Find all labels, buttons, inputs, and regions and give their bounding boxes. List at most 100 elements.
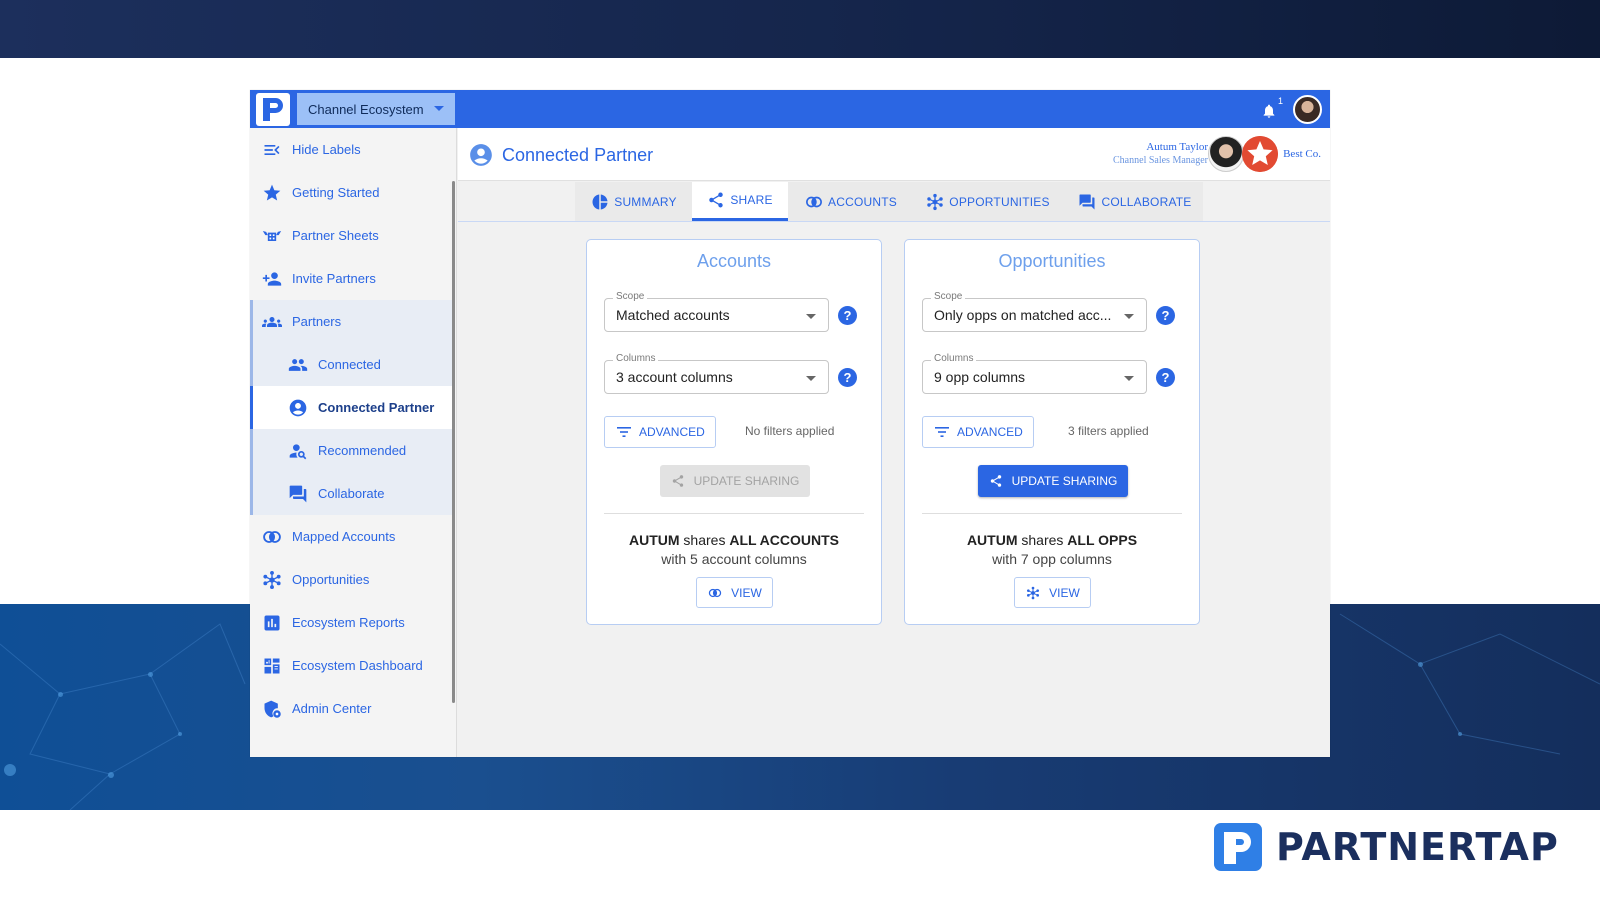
brand-name: PARTNERTAP	[1276, 825, 1559, 869]
sidebar-item-connected[interactable]: Connected	[250, 343, 452, 386]
accounts-filter-status: No filters applied	[745, 424, 835, 438]
accounts-scope-select[interactable]: Scope Matched accounts	[604, 291, 829, 332]
star-icon	[263, 184, 281, 201]
card-title: Accounts	[696, 251, 772, 271]
sidebar-item-label: Ecosystem Reports	[292, 615, 405, 630]
share-icon	[672, 475, 683, 487]
workspace-select[interactable]: Channel Ecosystem	[297, 93, 455, 125]
caret-down-icon	[1124, 376, 1134, 381]
field-label: Scope	[931, 291, 966, 302]
sidebar-item-recommended[interactable]: Recommended	[250, 429, 452, 472]
tab-accounts[interactable]: ACCOUNTS	[797, 182, 905, 221]
accounts-update-sharing-button[interactable]: UPDATE SHARING	[660, 465, 810, 497]
sidebar-scrollbar[interactable]	[452, 181, 455, 703]
opportunities-icon	[263, 571, 281, 589]
partner-company-name[interactable]: Best Co.	[1283, 148, 1321, 160]
field-label: Columns	[931, 353, 977, 364]
user-avatar[interactable]	[1293, 95, 1322, 124]
opps-share-detail: with 7 opp columns	[992, 551, 1112, 567]
people-icon	[288, 359, 308, 371]
accounts-view-button[interactable]: VIEW	[696, 577, 773, 608]
page-header: Connected Partner Autum Taylor Channel S…	[458, 128, 1330, 181]
opps-filter-status: 3 filters applied	[1068, 424, 1149, 438]
chat-icon	[289, 485, 307, 503]
button-label: VIEW	[731, 585, 762, 600]
sidebar-item-label: Recommended	[318, 443, 407, 458]
caret-down-icon	[1124, 314, 1134, 319]
account-circle-icon	[470, 144, 492, 166]
opps-columns-select[interactable]: Columns 9 opp columns	[922, 353, 1147, 394]
sidebar-item-label: Admin Center	[292, 701, 372, 716]
opportunities-share-card: Opportunities Scope Only opps on matched…	[904, 239, 1200, 625]
sidebar-item-label: Partner Sheets	[292, 228, 379, 243]
account-circle-icon	[289, 399, 307, 417]
notification-badge: 1	[1274, 95, 1287, 108]
tab-share[interactable]: SHARE	[692, 182, 788, 221]
sidebar-item-label: Connected	[318, 357, 381, 372]
mapped-accounts-icon	[708, 588, 722, 597]
accounts-columns-select[interactable]: Columns 3 account columns	[604, 353, 829, 394]
bar-chart-icon	[264, 615, 280, 631]
opps-view-button[interactable]: VIEW	[1014, 577, 1091, 608]
person-add-icon	[262, 272, 282, 286]
company-logo-icon	[1242, 136, 1278, 172]
summary-what: ALL OPPS	[1067, 532, 1138, 548]
caret-down-icon	[806, 376, 816, 381]
tab-collaborate[interactable]: COLLABORATE	[1072, 182, 1198, 221]
summary-verb: shares	[1017, 532, 1068, 548]
opportunities-icon	[1027, 586, 1040, 599]
pie-chart-icon	[592, 194, 608, 209]
sidebar-item-ecosystem-reports[interactable]: Ecosystem Reports	[250, 601, 452, 644]
share-icon	[709, 192, 724, 208]
help-icon[interactable]: ?	[1156, 368, 1175, 387]
tab-label: SHARE	[730, 193, 773, 207]
help-icon[interactable]: ?	[838, 306, 857, 325]
sidebar-item-hide-labels[interactable]: Hide Labels	[250, 128, 452, 171]
tab-bar: SUMMARY SHARE ACCOUNTS OPPORTUNITIES COL…	[575, 182, 1203, 221]
partner-contact-avatar[interactable]	[1208, 136, 1244, 172]
field-value: 9 opp columns	[934, 369, 1026, 385]
sidebar-item-connected-partner[interactable]: Connected Partner	[250, 386, 452, 429]
sidebar-item-partners[interactable]: Partners	[250, 300, 452, 343]
sidebar-item-collaborate[interactable]: Collaborate	[250, 472, 452, 515]
accounts-advanced-button[interactable]: ADVANCED	[604, 416, 716, 448]
sidebar-item-opportunities[interactable]: Opportunities	[250, 558, 452, 601]
tab-opportunities[interactable]: OPPORTUNITIES	[915, 182, 1061, 221]
sidebar-item-admin-center[interactable]: Admin Center	[250, 687, 452, 730]
button-label: UPDATE SHARING	[1011, 474, 1118, 488]
sidebar-item-mapped-accounts[interactable]: Mapped Accounts	[250, 515, 452, 558]
partners-group-icon	[262, 317, 282, 327]
field-value: Only opps on matched acc...	[934, 307, 1112, 323]
partnertap-logo: PARTNERTAP	[1214, 823, 1559, 871]
accounts-share-card: Accounts Scope Matched accounts ? Column…	[586, 239, 882, 625]
opps-share-summary: AUTUM shares ALL OPPS	[905, 532, 1199, 548]
help-icon[interactable]: ?	[1156, 306, 1175, 325]
sidebar-item-partner-sheets[interactable]: Partner Sheets	[250, 214, 452, 257]
sidebar-item-invite-partners[interactable]: Invite Partners	[250, 257, 452, 300]
card-divider	[922, 513, 1182, 514]
summary-verb: shares	[679, 532, 730, 548]
field-label: Scope	[613, 291, 648, 302]
help-icon[interactable]: ?	[838, 368, 857, 387]
sidebar-item-label: Hide Labels	[292, 142, 361, 157]
caret-down-icon	[434, 106, 444, 111]
network-node	[1458, 732, 1462, 736]
app-window: Channel Ecosystem 1 Hide Labels Getting …	[250, 90, 1330, 757]
field-label: Columns	[613, 353, 659, 364]
field-value: Matched accounts	[616, 307, 730, 323]
opps-advanced-button[interactable]: ADVANCED	[922, 416, 1034, 448]
summary-who: AUTUM	[966, 532, 1018, 548]
sidebar-item-getting-started[interactable]: Getting Started	[250, 171, 452, 214]
app-logo-icon[interactable]	[256, 93, 290, 126]
opps-update-sharing-button[interactable]: UPDATE SHARING	[978, 465, 1128, 497]
sidebar-item-label: Collaborate	[318, 486, 385, 501]
partner-contact-name[interactable]: Autum Taylor	[1146, 141, 1208, 153]
sidebar-item-ecosystem-dashboard[interactable]: Ecosystem Dashboard	[250, 644, 452, 687]
filter-icon	[617, 427, 631, 437]
tab-divider	[458, 221, 1330, 222]
opps-scope-select[interactable]: Scope Only opps on matched acc...	[922, 291, 1147, 332]
network-node	[148, 672, 153, 677]
tab-summary[interactable]: SUMMARY	[575, 182, 693, 221]
share-icon	[990, 475, 1001, 487]
sidebar-item-label: Opportunities	[292, 572, 370, 587]
